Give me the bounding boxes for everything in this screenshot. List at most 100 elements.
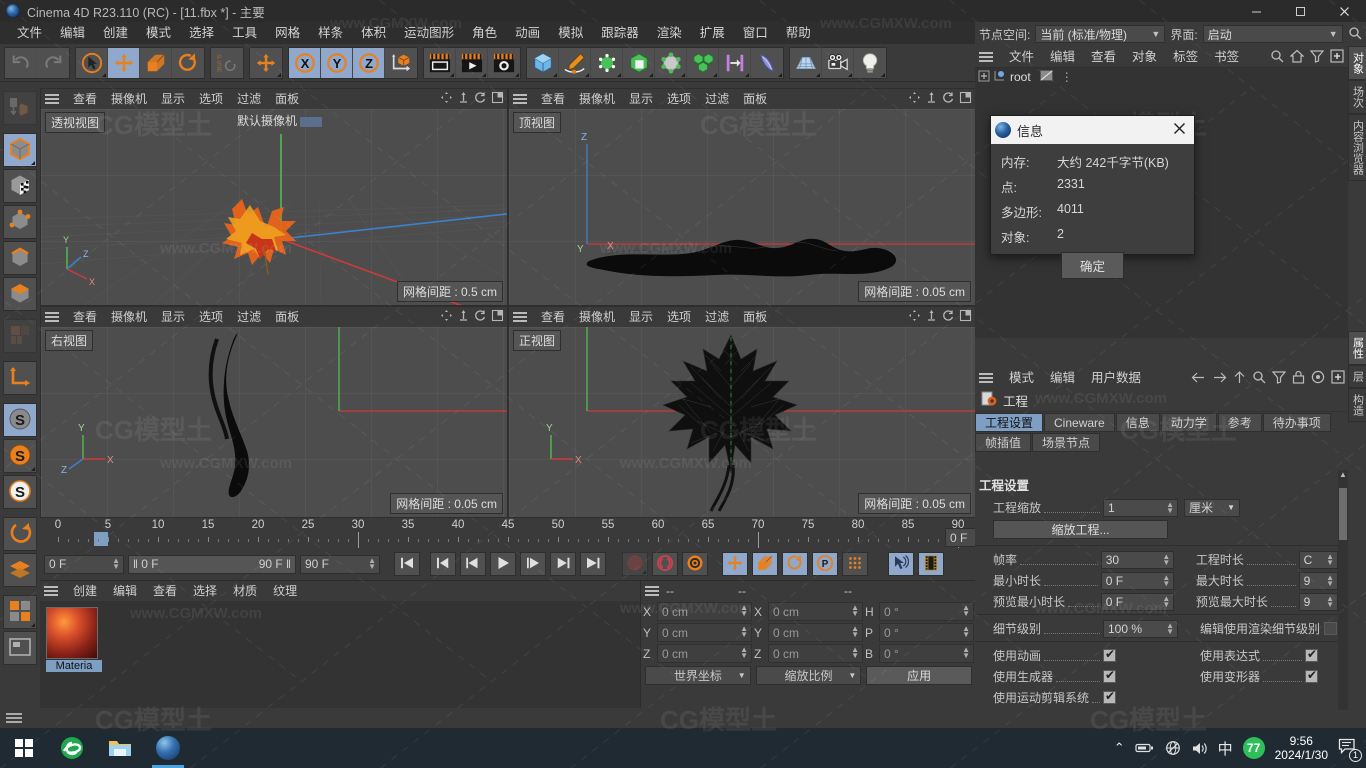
vp-menu-display[interactable]: 显示 bbox=[622, 89, 660, 109]
checkbox-2-left[interactable] bbox=[1103, 689, 1116, 704]
pan-icon[interactable] bbox=[440, 309, 453, 325]
vertical-tab-object-0[interactable]: 对象 bbox=[1348, 46, 1366, 80]
spinner-icon[interactable]: ▲▼ bbox=[851, 625, 859, 639]
vp-menu-options[interactable]: 选项 bbox=[660, 89, 698, 109]
corner-marker-icon[interactable] bbox=[482, 72, 486, 77]
vertical-tab-attribute-5[interactable]: 构造 bbox=[1348, 388, 1366, 422]
status-badge[interactable]: 77 bbox=[1242, 737, 1265, 759]
cinema4d-taskbar-button[interactable] bbox=[144, 728, 192, 768]
attribute-tab-6[interactable]: 帧插值 bbox=[975, 433, 1032, 452]
spinner-icon[interactable]: ▲▼ bbox=[962, 625, 970, 639]
spinner-icon[interactable]: ▲▼ bbox=[962, 646, 970, 660]
viewport-perspective-canvas[interactable]: Y X Z 透视视图 默认摄像机 网格间距 : 0.5 cm bbox=[41, 109, 507, 305]
rotate-view-icon[interactable] bbox=[474, 309, 487, 325]
select-tool-button[interactable] bbox=[76, 47, 108, 78]
undo-button[interactable] bbox=[5, 47, 37, 78]
material-menu-4[interactable]: 材质 bbox=[225, 581, 265, 601]
coord-size-z-field[interactable]: 0 cm ▲ ▼ bbox=[768, 644, 863, 663]
search-icon[interactable] bbox=[1252, 370, 1266, 387]
menu-item-12[interactable]: 模拟 bbox=[549, 22, 592, 44]
attribute-tab-2[interactable]: 信息 bbox=[1115, 413, 1160, 432]
object-menu-5[interactable]: 书签 bbox=[1206, 46, 1247, 68]
object-menu-4[interactable]: 标签 bbox=[1165, 46, 1206, 68]
coord-rotation-p-field[interactable]: 0 ° ▲ ▼ bbox=[879, 623, 974, 642]
frame-range-slider[interactable]: ‖ 0 F 90 F ‖ bbox=[128, 554, 296, 574]
object-dots-icon[interactable]: ⋮ bbox=[1061, 70, 1073, 84]
global-local-button[interactable] bbox=[250, 48, 282, 78]
coord-size-x-field[interactable]: 0 cm ▲ ▼ bbox=[768, 602, 863, 621]
attribute-tab-3[interactable]: 动力学 bbox=[1160, 413, 1217, 432]
spinner-icon[interactable]: ▲▼ bbox=[1326, 573, 1334, 587]
corner-marker-icon[interactable] bbox=[713, 72, 717, 77]
edge-mode-button[interactable] bbox=[3, 241, 37, 275]
vp-menu-display[interactable]: 显示 bbox=[154, 307, 192, 327]
battery-icon[interactable] bbox=[1134, 741, 1155, 755]
show-hidden-icons-chevron[interactable]: ⌃ bbox=[1114, 740, 1125, 756]
minimize-button[interactable] bbox=[1234, 0, 1278, 22]
viewport-front-canvas[interactable]: Y X 正视图 网格间距 : 0.05 cm bbox=[509, 327, 975, 517]
maximize-view-icon[interactable] bbox=[491, 91, 504, 107]
menu-item-13[interactable]: 跟踪器 bbox=[592, 22, 648, 44]
vp-menu-camera[interactable]: 摄像机 bbox=[572, 89, 622, 109]
snap-enable-button[interactable]: S bbox=[3, 403, 37, 437]
vp-menu-view[interactable]: 查看 bbox=[66, 89, 104, 109]
menu-item-0[interactable]: 文件 bbox=[8, 22, 51, 44]
viewport-top[interactable]: 查看 摄像机 显示 选项 过滤 面板 Z X Y 顶视图 网格间距: 0.05… bbox=[508, 88, 976, 306]
key-rotation-button[interactable] bbox=[782, 552, 808, 576]
material-preview[interactable] bbox=[46, 607, 98, 659]
generator-button[interactable] bbox=[591, 47, 623, 78]
spinner-icon[interactable]: ▲▼ bbox=[1162, 594, 1170, 608]
pan-icon[interactable] bbox=[908, 309, 921, 325]
vp-menu-panel[interactable]: 面板 bbox=[736, 307, 774, 327]
rotate-view-icon[interactable] bbox=[942, 91, 955, 107]
snap-settings-button[interactable]: S bbox=[3, 439, 37, 473]
vp-menu-display[interactable]: 显示 bbox=[154, 89, 192, 109]
vp-menu-camera[interactable]: 摄像机 bbox=[104, 307, 154, 327]
add-layer-icon[interactable] bbox=[1330, 49, 1344, 66]
vp-menu-panel[interactable]: 面板 bbox=[268, 89, 306, 109]
world-coord-button[interactable] bbox=[385, 48, 417, 78]
coordinates-menu-icon[interactable] bbox=[645, 584, 661, 598]
vp-menu-camera[interactable]: 摄像机 bbox=[104, 89, 154, 109]
timeline-ticks[interactable]: 0 5 10 15 20 25 30 35 40 45 50 55 60 65 70 75 80 85 90 bbox=[40, 518, 976, 548]
attribute-menu-2[interactable]: 用户数据 bbox=[1083, 366, 1149, 390]
up-arrow-icon[interactable] bbox=[1233, 370, 1246, 387]
maximize-button[interactable] bbox=[1278, 0, 1322, 22]
checkbox-1-left[interactable] bbox=[1103, 668, 1116, 683]
menu-item-6[interactable]: 网格 bbox=[266, 22, 309, 44]
checkbox-0-left[interactable] bbox=[1103, 647, 1116, 662]
viewport-menu-icon[interactable] bbox=[513, 310, 529, 324]
menu-item-1[interactable]: 编辑 bbox=[51, 22, 94, 44]
attribute-tab-1[interactable]: Cineware bbox=[1044, 413, 1115, 432]
vp-menu-view[interactable]: 查看 bbox=[534, 307, 572, 327]
menu-item-4[interactable]: 选择 bbox=[180, 22, 223, 44]
corner-marker-icon[interactable] bbox=[745, 72, 749, 77]
project-scale-unit-dropdown[interactable]: 厘米 ▼ bbox=[1184, 498, 1240, 517]
quantize-button[interactable]: S bbox=[3, 475, 37, 509]
viewport-right-canvas[interactable]: Y X Z 右视图 网格间距 : 0.05 cm bbox=[41, 327, 507, 517]
corner-marker-icon[interactable] bbox=[649, 72, 653, 77]
spinner-icon[interactable]: ▲▼ bbox=[1326, 594, 1334, 608]
ie-browser-icon[interactable] bbox=[48, 728, 96, 768]
object-tag-icon[interactable] bbox=[1039, 70, 1053, 84]
film-strip-button[interactable] bbox=[918, 552, 944, 576]
object-row-root[interactable]: root ⋮ bbox=[975, 68, 1348, 86]
scale-project-button[interactable]: 缩放工程... bbox=[993, 520, 1168, 539]
light-button[interactable] bbox=[854, 48, 886, 78]
field-1-left[interactable]: 0 F ▲ ▼ bbox=[1100, 571, 1175, 590]
corner-marker-icon[interactable] bbox=[681, 72, 685, 77]
menu-item-5[interactable]: 工具 bbox=[223, 22, 266, 44]
render-view-button[interactable] bbox=[424, 47, 456, 78]
texture-mode-button[interactable] bbox=[3, 169, 37, 203]
apply-button[interactable]: 应用 bbox=[866, 666, 973, 685]
coord-position-x-field[interactable]: 0 cm ▲ ▼ bbox=[657, 602, 752, 621]
material-item[interactable]: Materia bbox=[46, 607, 102, 672]
coord-size-y-field[interactable]: 0 cm ▲ ▼ bbox=[768, 623, 863, 642]
attribute-scrollbar[interactable]: ▲ ▼ bbox=[1338, 470, 1348, 728]
vertical-tab-object-2[interactable]: 内容浏览器 bbox=[1348, 114, 1366, 181]
viewport-front[interactable]: 查看 摄像机 显示 选项 过滤 面板 Y X 正视图 网格间距: 0.05 c… bbox=[508, 306, 976, 518]
checkbox-0-right[interactable] bbox=[1305, 647, 1318, 662]
scale-tool-button[interactable] bbox=[140, 47, 172, 78]
coord-rotation-h-field[interactable]: 0 ° ▲ ▼ bbox=[879, 602, 974, 621]
uv-mode-button[interactable] bbox=[3, 319, 37, 353]
